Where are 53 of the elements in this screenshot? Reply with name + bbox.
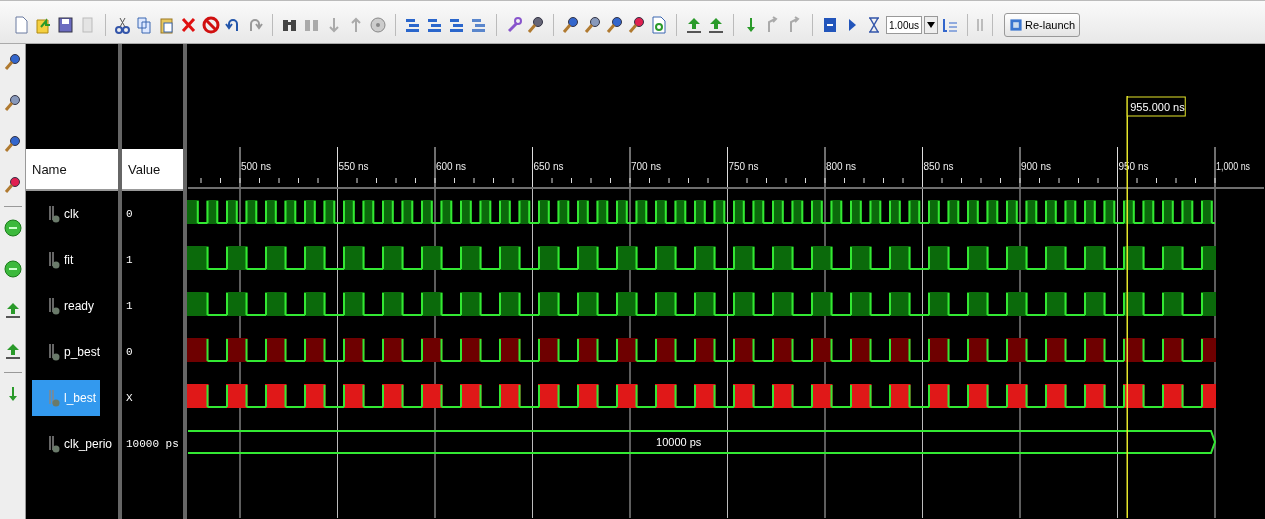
signal-value: 1 <box>125 254 133 266</box>
signal-icon <box>48 296 60 316</box>
relaunch-button[interactable]: Re-launch <box>1004 13 1081 37</box>
zoom-fit-icon[interactable] <box>605 15 625 35</box>
signal-name[interactable]: clk <box>32 196 83 232</box>
dropdown-button[interactable] <box>924 16 938 34</box>
refresh-icon[interactable] <box>649 15 669 35</box>
signal-icon <box>48 250 60 270</box>
zoom-in-icon[interactable] <box>561 15 581 35</box>
time-label: 1,000 ns <box>1216 160 1259 172</box>
time-label: 550 ns <box>338 160 372 172</box>
zoom-out-icon[interactable] <box>2 93 23 113</box>
zoom-in-icon[interactable] <box>2 52 23 72</box>
zoom-cursor-icon[interactable] <box>627 15 647 35</box>
relaunch-icon <box>1009 18 1023 32</box>
column-header[interactable]: Name <box>26 149 118 191</box>
signal-value: 1 <box>125 300 133 312</box>
signal-icon <box>48 388 60 408</box>
signal-value: 10000 ps <box>125 438 179 450</box>
time-label: 750 ns <box>728 160 762 172</box>
cursor-label: 955.000 ns <box>1126 96 1186 117</box>
save-icon[interactable] <box>56 15 76 35</box>
time-label: 900 ns <box>1021 160 1055 172</box>
signal-icon <box>48 342 60 362</box>
time-label: 650 ns <box>533 160 567 172</box>
zoom-cursor-icon[interactable] <box>2 175 23 195</box>
time-label: 850 ns <box>923 160 957 172</box>
column-header[interactable]: Value <box>122 149 183 191</box>
signal-value: 0 <box>125 208 133 220</box>
signal-name[interactable]: ready <box>32 288 99 324</box>
next-marker-icon[interactable] <box>2 259 23 279</box>
arrow-up-icon[interactable] <box>684 15 704 35</box>
caret-icon <box>927 22 935 28</box>
signal-name[interactable]: p_best <box>32 334 105 370</box>
signal-icon <box>48 204 60 224</box>
signal-icon <box>48 434 60 454</box>
previous-marker-icon[interactable] <box>2 218 23 238</box>
time-label: 500 ns <box>241 160 275 172</box>
zoom-fit-icon[interactable] <box>2 134 23 154</box>
signal-value: 0 <box>125 346 133 358</box>
time-label: 700 ns <box>631 160 665 172</box>
time-label: 600 ns <box>436 160 470 172</box>
time-field[interactable]: 1.00us <box>886 16 922 34</box>
cut-icon[interactable] <box>113 15 133 35</box>
signal-value: X <box>125 392 133 404</box>
time-label: 800 ns <box>826 160 860 172</box>
bus-value-label: 10000 ps <box>656 436 702 448</box>
disc-icon[interactable] <box>368 15 388 35</box>
signal-name[interactable]: fit <box>32 242 78 278</box>
zoom-out-icon[interactable] <box>583 15 603 35</box>
stop-icon[interactable] <box>201 15 221 35</box>
arrow-up-icon[interactable] <box>706 15 726 35</box>
signal-name[interactable]: clk_perio <box>32 426 117 462</box>
